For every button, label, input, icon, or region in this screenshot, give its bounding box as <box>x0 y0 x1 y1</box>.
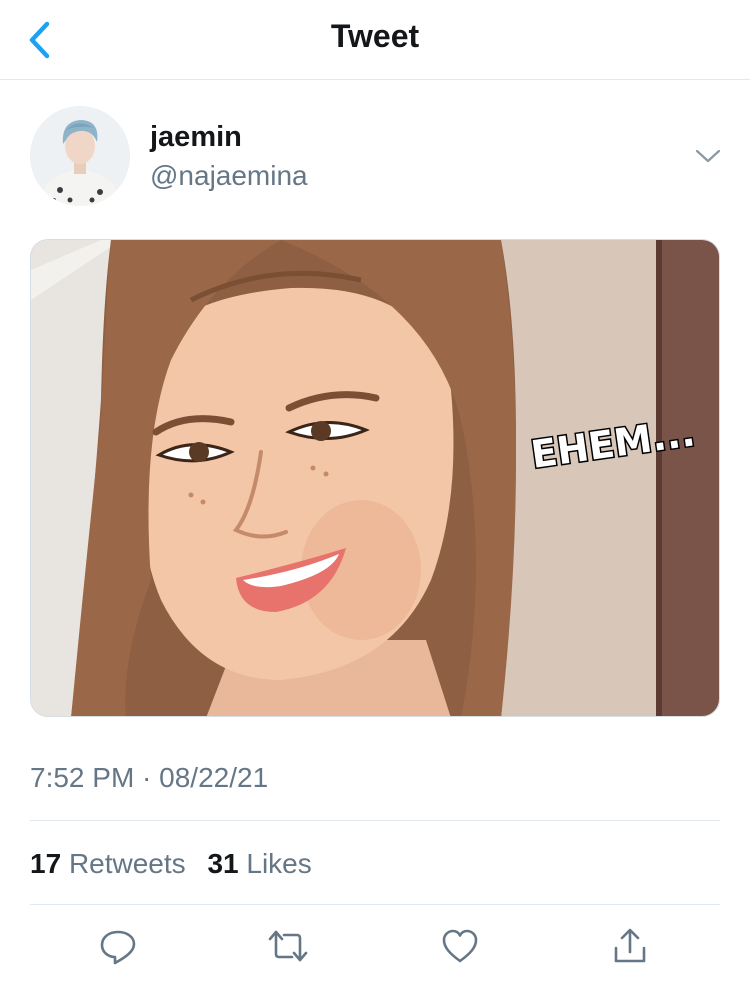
page-title: Tweet <box>330 18 420 54</box>
top-bar: Tweet <box>0 0 750 80</box>
share-icon <box>614 928 646 963</box>
reply-button[interactable] <box>94 922 142 970</box>
like-count[interactable]: 31 <box>207 848 238 879</box>
retweet-icon <box>268 930 308 962</box>
tweet-media[interactable] <box>30 239 720 717</box>
reply-icon <box>100 930 136 965</box>
chevron-down-icon <box>695 149 721 163</box>
retweet-button[interactable] <box>264 922 312 970</box>
share-button[interactable] <box>606 922 654 970</box>
like-button[interactable] <box>436 922 484 970</box>
retweet-count[interactable]: 17 <box>30 848 61 879</box>
divider <box>30 904 720 905</box>
avatar[interactable] <box>30 106 130 206</box>
tweet-detail-screen: Tweet jaemin @najaemina 7:52 PM · 08/22/… <box>0 0 750 986</box>
like-icon <box>442 929 478 963</box>
meme-caption: EHEM... <box>527 409 699 475</box>
like-label[interactable]: Likes <box>246 848 311 879</box>
tweet-timestamp[interactable]: 7:52 PM · 08/22/21 <box>30 762 268 794</box>
tweet-menu-button[interactable] <box>690 142 726 170</box>
author-display-name[interactable]: jaemin <box>150 121 242 154</box>
divider <box>30 820 720 821</box>
meme-caption-text: EHEM... <box>528 410 697 475</box>
engagement-stats: 17 Retweets 31 Likes <box>30 848 326 880</box>
author-handle[interactable]: @najaemina <box>150 160 308 192</box>
meme-illustration <box>31 240 719 716</box>
retweet-label[interactable]: Retweets <box>69 848 186 879</box>
avatar-image <box>30 106 130 206</box>
